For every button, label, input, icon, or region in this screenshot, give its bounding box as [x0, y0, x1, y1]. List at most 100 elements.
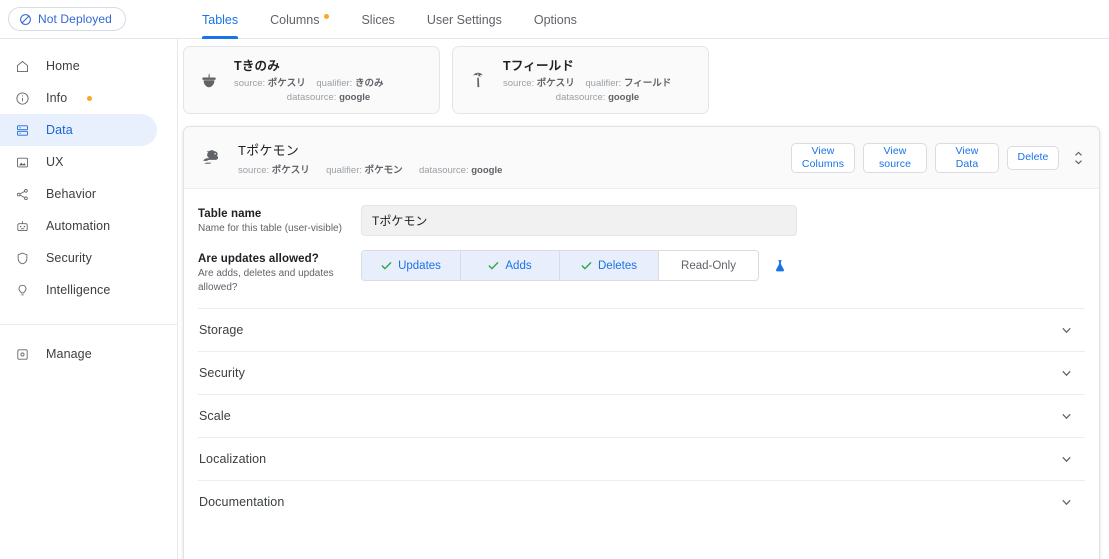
tab-options[interactable]: Options — [518, 0, 593, 39]
sidebar-item-intelligence[interactable]: Intelligence — [0, 274, 157, 306]
source-value: ポケスリ — [271, 164, 310, 176]
source-label: source: — [503, 78, 535, 90]
slash-circle-icon — [19, 13, 32, 26]
chevron-down-icon — [1060, 367, 1073, 380]
sidebar-item-label: Manage — [46, 347, 92, 361]
source-value: ポケスリ — [267, 78, 306, 90]
accordion-documentation[interactable]: Documentation — [198, 480, 1085, 523]
segment-label: Adds — [505, 259, 532, 272]
tab-label: Columns — [270, 13, 320, 27]
deploy-status-badge[interactable]: Not Deployed — [8, 7, 126, 31]
datasource-value: google — [608, 92, 640, 103]
datasource-value: google — [339, 92, 371, 103]
sidebar-item-label: Security — [46, 251, 92, 265]
updates-allowed-label: Are updates allowed? — [198, 253, 319, 265]
accordion-storage[interactable]: Storage — [198, 308, 1085, 351]
sidebar-item-home[interactable]: Home — [0, 50, 157, 82]
check-icon — [381, 261, 392, 270]
table-name-description: Name for this table (user-visible) — [198, 223, 342, 234]
segment-read-only[interactable]: Read-Only — [659, 251, 758, 280]
table-card-meta: source: ポケスリ qualifier: きのみ datasource: … — [234, 77, 423, 105]
sidebar-item-info[interactable]: Info — [0, 82, 157, 114]
flask-icon[interactable] — [768, 254, 792, 278]
source-value: ポケスリ — [536, 78, 575, 90]
panel-meta: source: ポケスリ qualifier: ポケモン datasource:… — [238, 162, 502, 176]
segment-adds[interactable]: Adds — [461, 251, 560, 280]
deploy-status-label: Not Deployed — [38, 12, 112, 26]
segment-deletes[interactable]: Deletes — [560, 251, 659, 280]
sidebar-item-label: Home — [46, 59, 80, 73]
segment-label: Read-Only — [681, 259, 736, 272]
accordion-scale[interactable]: Scale — [198, 394, 1085, 437]
share-nodes-icon — [14, 186, 30, 202]
updates-allowed-label-group: Are updates allowed? Are adds, deletes a… — [198, 250, 361, 294]
sidebar-item-behavior[interactable]: Behavior — [0, 178, 157, 210]
qualifier-label: qualifier: — [326, 164, 363, 176]
table-card-title: Tフィールド — [503, 59, 575, 74]
sidebar-item-security[interactable]: Security — [0, 242, 157, 274]
source-label: source: — [238, 164, 270, 176]
sidebar-item-manage[interactable]: Manage — [0, 338, 157, 370]
check-icon — [488, 261, 499, 270]
view-source-button[interactable]: View source — [863, 142, 927, 173]
segment-label: Deletes — [598, 259, 637, 272]
segment-updates[interactable]: Updates — [362, 251, 461, 280]
settings-square-icon — [14, 346, 30, 362]
sidebar-item-label: Intelligence — [46, 283, 111, 297]
sidebar-item-automation[interactable]: Automation — [0, 210, 157, 242]
delete-button[interactable]: Delete — [1007, 145, 1059, 170]
table-name-label: Table name — [198, 208, 262, 220]
source-label: source: — [234, 78, 266, 90]
sidebar-divider — [0, 324, 177, 325]
table-card-body: Tきのみ source: ポケスリ qualifier: きのみ datasou… — [234, 55, 427, 105]
updates-allowed-control: Updates Adds Deletes Read-Only — [361, 250, 792, 281]
chevron-down-icon — [1060, 410, 1073, 423]
panel-header-actions: View Columns View source View Data Delet… — [791, 142, 1087, 173]
acorn-icon — [196, 67, 222, 93]
accordion-title: Scale — [199, 409, 231, 423]
accordion-title: Documentation — [199, 495, 285, 509]
table-name-input[interactable] — [361, 205, 797, 236]
tab-columns[interactable]: Columns — [254, 0, 345, 39]
top-bar: Not Deployed Tables Columns Slices User … — [0, 0, 1109, 39]
shield-icon — [14, 250, 30, 266]
table-name-label-group: Table name Name for this table (user-vis… — [198, 205, 361, 236]
tab-tables[interactable]: Tables — [186, 0, 254, 39]
sidebar: Home Info Data UX Behavior Automation Se… — [0, 39, 178, 559]
home-icon — [14, 58, 30, 74]
qualifier-value: ポケモン — [364, 164, 403, 176]
qualifier-value: きのみ — [354, 78, 384, 90]
sidebar-item-ux[interactable]: UX — [0, 146, 157, 178]
view-columns-button[interactable]: View Columns — [791, 142, 855, 173]
notification-dot-icon — [87, 95, 93, 101]
table-detail-panel: Tポケモン source: ポケスリ qualifier: ポケモン datas… — [183, 126, 1100, 559]
tab-user-settings[interactable]: User Settings — [411, 0, 518, 39]
app-root: Not Deployed Tables Columns Slices User … — [0, 0, 1109, 559]
panel-title: Tポケモン — [238, 142, 299, 158]
up-down-chevron-icon[interactable] — [1069, 143, 1087, 173]
sidebar-item-label: Behavior — [46, 187, 97, 201]
qualifier-value: フィールド — [623, 78, 672, 90]
chevron-down-icon — [1060, 453, 1073, 466]
table-card-meta: source: ポケスリ qualifier: フィールド datasource… — [503, 77, 692, 105]
notification-dot-icon — [324, 14, 330, 19]
settings-accordions: Storage Security Scale Localization Docu… — [198, 308, 1085, 523]
tab-label: Tables — [202, 13, 239, 27]
table-card-kinomi[interactable]: Tきのみ source: ポケスリ qualifier: きのみ datasou… — [183, 46, 440, 114]
tab-slices[interactable]: Slices — [345, 0, 410, 39]
accordion-title: Security — [199, 366, 245, 380]
segment-label: Updates — [398, 259, 441, 272]
datasource-label: datasource: — [286, 92, 337, 103]
table-card-field[interactable]: Tフィールド source: ポケスリ qualifier: フィールド dat… — [452, 46, 709, 114]
panel-body: Table name Name for this table (user-vis… — [184, 189, 1099, 523]
accordion-localization[interactable]: Localization — [198, 437, 1085, 480]
lightbulb-icon — [14, 282, 30, 298]
tab-bar: Tables Columns Slices User Settings Opti… — [186, 0, 593, 39]
dragon-icon — [198, 144, 226, 172]
updates-allowed-segmented-control: Updates Adds Deletes Read-Only — [361, 250, 759, 281]
accordion-security[interactable]: Security — [198, 351, 1085, 394]
datasource-label: datasource: — [418, 164, 469, 176]
sidebar-item-data[interactable]: Data — [0, 114, 157, 146]
view-data-button[interactable]: View Data — [935, 142, 999, 173]
